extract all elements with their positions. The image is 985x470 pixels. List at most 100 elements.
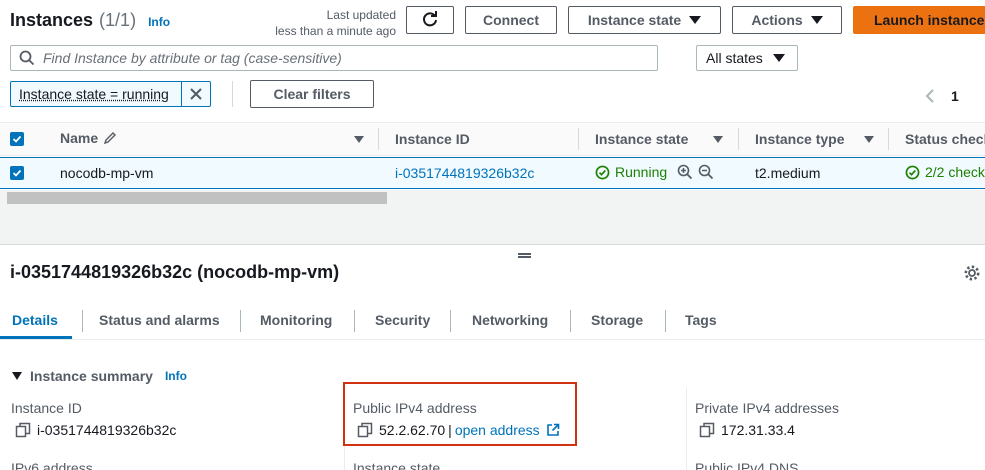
column-header-status-check[interactable]: Status check	[905, 131, 985, 147]
column-divider	[888, 128, 889, 150]
tabs-bottom-border	[0, 339, 985, 340]
tab-divider	[570, 310, 571, 332]
last-updated-time: less than a minute ago	[262, 23, 396, 39]
private-ipv4-label: Private IPv4 addresses	[695, 400, 839, 416]
toolbar-divider	[232, 81, 233, 107]
public-dns-label: Public IPv4 DNS	[695, 460, 798, 470]
instance-count: (1/1)	[99, 10, 136, 31]
row-status-check: 2/2 checks	[905, 164, 985, 180]
close-icon	[189, 87, 203, 101]
last-updated: Last updated less than a minute ago	[262, 7, 396, 39]
row-instance-id-link[interactable]: i-0351744819326b32c	[395, 165, 534, 181]
row-status-check-label: 2/2 checks	[925, 164, 985, 180]
states-select-value: All states	[706, 50, 763, 66]
clear-filters-button[interactable]: Clear filters	[250, 80, 374, 108]
tab-storage[interactable]: Storage	[591, 312, 643, 328]
zoom-in-icon[interactable]	[677, 164, 693, 180]
last-updated-label: Last updated	[262, 7, 396, 23]
search-placeholder: Find Instance by attribute or tag (case-…	[43, 50, 342, 66]
connect-label: Connect	[483, 12, 539, 28]
pencil-icon	[103, 131, 117, 145]
instance-id-value-group: i-0351744819326b32c	[15, 422, 176, 438]
check-circle-icon	[905, 165, 920, 180]
column-separator	[686, 388, 687, 470]
summary-header[interactable]: Instance summary Info	[12, 368, 187, 384]
column-header-label: Name	[60, 130, 98, 146]
tab-status-and-alarms[interactable]: Status and alarms	[99, 312, 220, 328]
row-name: nocodb-mp-vm	[60, 165, 153, 181]
tab-tags[interactable]: Tags	[685, 312, 717, 328]
tab-divider	[665, 310, 666, 332]
header-info-link[interactable]: Info	[148, 15, 170, 29]
connect-button[interactable]: Connect	[465, 6, 557, 34]
row-instance-type: t2.medium	[755, 165, 820, 181]
column-header-instance-state[interactable]: Instance state	[595, 131, 688, 147]
caret-down-icon	[12, 372, 22, 380]
private-ipv4-value-group: 172.31.33.4	[699, 422, 795, 438]
tab-divider	[354, 310, 355, 332]
check-circle-icon	[595, 165, 610, 180]
row-state-label: Running	[615, 164, 667, 180]
details-title: i-0351744819326b32c (nocodb-mp-vm)	[10, 262, 339, 283]
row-checkbox[interactable]	[10, 166, 24, 180]
column-header-instance-type[interactable]: Instance type	[755, 131, 844, 147]
page-title: Instances	[10, 10, 93, 31]
horizontal-scrollbar[interactable]	[0, 190, 985, 206]
row-state: Running	[595, 164, 714, 180]
column-header-instance-id[interactable]: Instance ID	[395, 131, 470, 147]
states-select[interactable]: All states	[696, 45, 798, 71]
split-pane-divider[interactable]	[0, 206, 985, 245]
instance-id-label: Instance ID	[11, 400, 82, 416]
sort-caret-icon[interactable]	[354, 136, 364, 143]
launch-instances-label: Launch instances	[874, 12, 985, 28]
tab-details[interactable]: Details	[12, 312, 58, 328]
caret-down-icon	[689, 16, 701, 24]
page-number[interactable]: 1	[951, 88, 959, 104]
scrollbar-thumb[interactable]	[7, 192, 387, 204]
zoom-out-icon[interactable]	[698, 164, 714, 180]
refresh-icon	[421, 11, 439, 29]
ipv6-label: IPv6 address	[11, 460, 93, 470]
launch-instances-button[interactable]: Launch instances	[853, 6, 985, 34]
refresh-button[interactable]	[406, 6, 454, 34]
pagination: 1	[925, 88, 959, 104]
sort-caret-icon[interactable]	[713, 136, 723, 143]
copy-icon[interactable]	[15, 422, 31, 438]
column-header-name[interactable]: Name	[60, 130, 117, 146]
check-icon	[12, 134, 22, 144]
highlight-box	[343, 382, 577, 446]
column-divider	[738, 128, 739, 150]
instance-state-label: Instance state	[588, 12, 681, 28]
search-icon	[19, 50, 35, 66]
column-divider	[578, 128, 579, 150]
filter-chip[interactable]: Instance state = running	[10, 81, 211, 107]
summary-title: Instance summary	[30, 368, 153, 384]
sort-caret-icon[interactable]	[864, 136, 874, 143]
private-ipv4-value: 172.31.33.4	[721, 422, 795, 438]
copy-icon[interactable]	[699, 422, 715, 438]
actions-button[interactable]: Actions	[732, 6, 842, 34]
tab-divider	[450, 310, 451, 332]
tab-monitoring[interactable]: Monitoring	[260, 312, 332, 328]
caret-down-icon	[811, 16, 823, 24]
tab-divider	[240, 310, 241, 332]
instance-state-detail-label: Instance state	[353, 460, 440, 470]
tab-divider	[82, 310, 83, 332]
gear-icon[interactable]	[963, 264, 981, 282]
column-divider	[378, 128, 379, 150]
instance-state-button[interactable]: Instance state	[568, 6, 721, 34]
drag-handle-icon[interactable]	[518, 253, 531, 258]
select-all-checkbox[interactable]	[10, 132, 24, 146]
filter-chip-close[interactable]	[181, 82, 210, 106]
chevron-left-icon[interactable]	[925, 89, 935, 103]
actions-label: Actions	[751, 12, 802, 28]
check-icon	[12, 168, 22, 178]
caret-down-icon	[773, 54, 785, 62]
instance-id-value: i-0351744819326b32c	[37, 422, 176, 438]
search-input[interactable]: Find Instance by attribute or tag (case-…	[10, 45, 658, 71]
page-header: Instances (1/1) Info	[10, 10, 170, 31]
filter-chip-label: Instance state = running	[11, 86, 181, 102]
tab-networking[interactable]: Networking	[472, 312, 548, 328]
tab-security[interactable]: Security	[375, 312, 430, 328]
summary-info-link[interactable]: Info	[165, 369, 187, 383]
